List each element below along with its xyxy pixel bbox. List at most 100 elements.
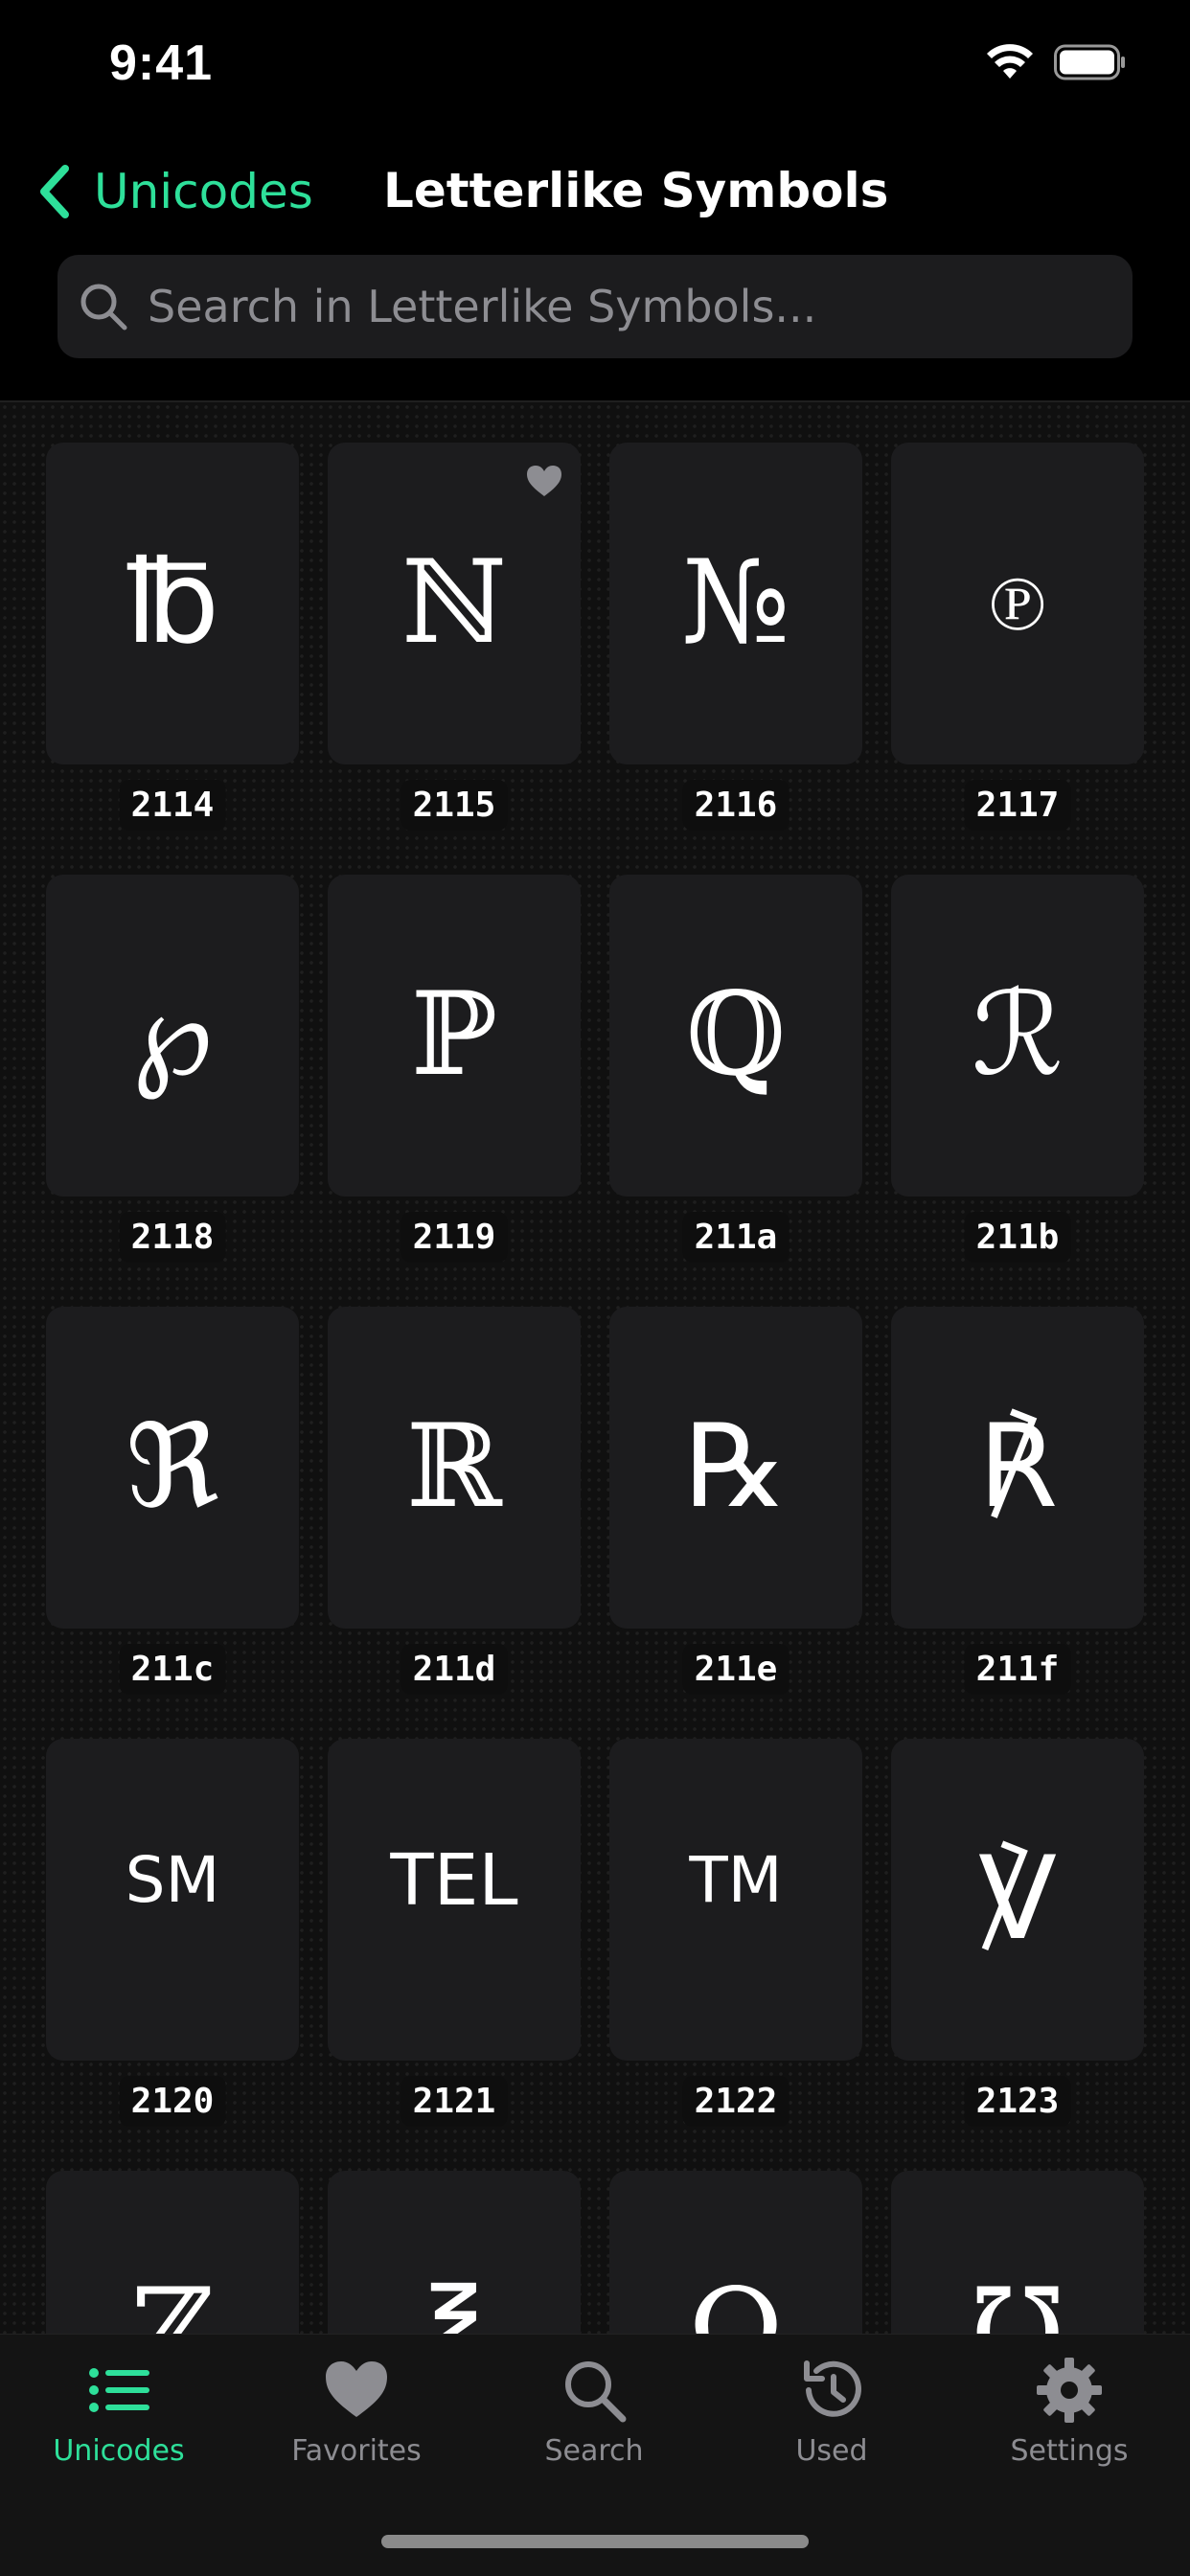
symbol-card[interactable]: ℤ <box>46 2171 299 2334</box>
symbol-grid: ℔ 2114 ℕ 2115 № 2116 ℗ 2117 ℘ 2118 ℙ 211… <box>46 443 1144 2334</box>
back-label: Unicodes <box>94 164 313 219</box>
symbol-glyph: ℞ <box>684 1401 788 1534</box>
symbol-card[interactable]: Ω <box>609 2171 862 2334</box>
symbol-cell[interactable]: Ω 2126 <box>609 2171 862 2334</box>
symbol-cell[interactable]: ℧ 2127 <box>891 2171 1144 2334</box>
battery-icon <box>1054 44 1125 80</box>
symbol-code: 211d <box>400 1644 508 1695</box>
tab-settings[interactable]: Settings <box>950 2335 1188 2497</box>
symbol-card[interactable]: TEL <box>328 1739 581 2061</box>
symbol-cell[interactable]: TEL 2121 <box>328 1739 581 2171</box>
status-time: 9:41 <box>109 35 214 91</box>
symbol-card[interactable]: ℞ <box>609 1307 862 1629</box>
tab-search[interactable]: Search <box>475 2335 713 2497</box>
symbol-cell[interactable]: ℛ 211b <box>891 875 1144 1307</box>
symbol-card[interactable]: ℚ <box>609 875 862 1197</box>
symbol-cell[interactable]: ℔ 2114 <box>46 443 299 875</box>
symbol-glyph: ℛ <box>972 969 1064 1102</box>
tab-label: Unicodes <box>53 2434 185 2468</box>
search-input[interactable] <box>146 280 1133 333</box>
chevron-left-icon <box>40 165 69 218</box>
symbol-code: 2117 <box>964 780 1071 831</box>
symbol-cell[interactable]: ℕ 2115 <box>328 443 581 875</box>
symbol-glyph: № <box>681 536 790 670</box>
symbol-cell[interactable]: SM 2120 <box>46 1739 299 2171</box>
tab-unicodes[interactable]: Unicodes <box>0 2335 238 2497</box>
symbol-glyph: SM <box>125 1843 220 1917</box>
symbol-glyph: ℘ <box>132 969 213 1102</box>
symbol-cell[interactable]: ℤ 2124 <box>46 2171 299 2334</box>
tab-label: Used <box>795 2434 868 2468</box>
symbol-card[interactable]: ℔ <box>46 443 299 764</box>
symbol-glyph: ℤ <box>130 2265 215 2335</box>
page-title: Letterlike Symbols <box>383 163 889 218</box>
symbol-code: 211e <box>682 1644 790 1695</box>
symbol-cell[interactable]: ℘ 2118 <box>46 875 299 1307</box>
home-indicator <box>381 2535 809 2548</box>
symbol-glyph: ℥ <box>421 2265 488 2335</box>
symbol-cell[interactable]: ℣ 2123 <box>891 1739 1144 2171</box>
symbol-card[interactable]: ℛ <box>891 875 1144 1197</box>
list-icon <box>89 2368 149 2412</box>
heart-icon <box>326 2361 387 2417</box>
symbol-grid-scroll[interactable]: ℔ 2114 ℕ 2115 № 2116 ℗ 2117 ℘ 2118 ℙ 211… <box>0 402 1190 2334</box>
symbol-card[interactable]: ℗ <box>891 443 1144 764</box>
symbol-card[interactable]: ℜ <box>46 1307 299 1629</box>
symbol-glyph: ℧ <box>970 2265 1065 2335</box>
symbol-code: 2123 <box>964 2076 1071 2127</box>
symbol-glyph: ℟ <box>977 1401 1058 1534</box>
symbol-cell[interactable]: ℙ 2119 <box>328 875 581 1307</box>
symbol-cell[interactable]: TM 2122 <box>609 1739 862 2171</box>
search-bar[interactable] <box>57 255 1133 358</box>
symbol-card[interactable]: ℧ <box>891 2171 1144 2334</box>
symbol-card[interactable]: ℘ <box>46 875 299 1197</box>
history-icon <box>804 2360 861 2417</box>
back-button[interactable]: Unicodes <box>34 155 313 228</box>
symbol-code: 2118 <box>119 1212 226 1263</box>
symbol-glyph: ℗ <box>988 559 1047 648</box>
tab-label: Favorites <box>291 2434 422 2468</box>
tab-favorites[interactable]: Favorites <box>238 2335 475 2497</box>
tab-used[interactable]: Used <box>713 2335 950 2497</box>
symbol-code: 2121 <box>400 2076 508 2127</box>
symbol-code: 211a <box>682 1212 790 1263</box>
symbol-cell[interactable]: ℗ 2117 <box>891 443 1144 875</box>
symbol-card[interactable]: ℣ <box>891 1739 1144 2061</box>
tab-label: Settings <box>1010 2434 1129 2468</box>
symbol-card[interactable]: TM <box>609 1739 862 2061</box>
symbol-glyph: ℚ <box>685 969 787 1102</box>
symbol-card[interactable]: SM <box>46 1739 299 2061</box>
symbol-card[interactable]: ℙ <box>328 875 581 1197</box>
symbol-code: 2114 <box>119 780 226 831</box>
symbol-card[interactable]: ℝ <box>328 1307 581 1629</box>
symbol-glyph: ℕ <box>401 536 507 670</box>
search-icon <box>565 2361 627 2423</box>
symbol-code: 2116 <box>682 780 790 831</box>
navigation-bar: Unicodes Letterlike Symbols <box>0 144 1190 239</box>
symbol-glyph: ℜ <box>126 1401 219 1534</box>
symbol-code: 211b <box>964 1212 1071 1263</box>
symbol-card[interactable]: ℟ <box>891 1307 1144 1629</box>
search-icon <box>80 284 127 331</box>
symbol-card[interactable]: № <box>609 443 862 764</box>
favorite-heart-icon <box>527 466 561 496</box>
symbol-code: 211c <box>119 1644 226 1695</box>
symbol-cell[interactable]: № 2116 <box>609 443 862 875</box>
symbol-cell[interactable]: ℝ 211d <box>328 1307 581 1739</box>
symbol-card[interactable]: ℥ <box>328 2171 581 2334</box>
symbol-glyph: TM <box>689 1843 783 1917</box>
symbol-glyph: ℙ <box>410 969 498 1102</box>
symbol-card[interactable]: ℕ <box>328 443 581 764</box>
symbol-cell[interactable]: ℚ 211a <box>609 875 862 1307</box>
symbol-cell[interactable]: ℥ 2125 <box>328 2171 581 2334</box>
symbol-code: 2122 <box>682 2076 790 2127</box>
symbol-glyph: TEL <box>390 1839 518 1922</box>
tab-label: Search <box>544 2434 644 2468</box>
symbol-cell[interactable]: ℞ 211e <box>609 1307 862 1739</box>
symbol-cell[interactable]: ℜ 211c <box>46 1307 299 1739</box>
symbol-cell[interactable]: ℟ 211f <box>891 1307 1144 1739</box>
symbol-code: 2115 <box>400 780 508 831</box>
status-bar: 9:41 <box>0 0 1190 134</box>
symbol-code: 2119 <box>400 1212 508 1263</box>
symbol-glyph: Ω <box>688 2265 784 2335</box>
